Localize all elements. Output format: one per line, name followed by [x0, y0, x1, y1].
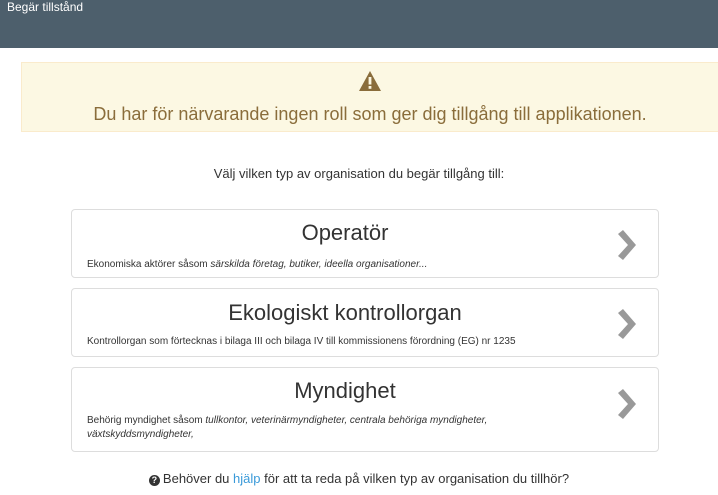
- card-description: Behörig myndighet såsom tullkontor, vete…: [87, 414, 588, 442]
- card-title: Operatör: [301, 220, 389, 245]
- card-description-examples: särskilda företag, butiker, ideella orga…: [210, 259, 428, 270]
- card-title: Myndighet: [294, 378, 396, 403]
- card-description: Kontrollorgan som förtecknas i bilaga II…: [87, 335, 588, 349]
- help-link[interactable]: hjälp: [233, 471, 260, 486]
- warning-message: Du har för närvarande ingen roll som ger…: [93, 104, 647, 124]
- help-text-before: Behöver du: [162, 471, 234, 486]
- card-description-text: Kontrollorgan som förtecknas i bilaga II…: [87, 336, 516, 347]
- card-authority[interactable]: Myndighet Behörig myndighet såsom tullko…: [71, 367, 659, 452]
- card-description: Ekonomiska aktörer såsom särskilda föret…: [87, 258, 588, 272]
- organisation-type-prompt: Välj vilken typ av organisation du begär…: [213, 166, 505, 181]
- chevron-right-icon: [618, 309, 636, 339]
- card-title: Ekologiskt kontrollorgan: [228, 300, 462, 325]
- chevron-right-icon: [618, 230, 636, 260]
- help-text-after: för att ta reda på vilken typ av organis…: [260, 471, 570, 486]
- question-circle-icon: ?: [148, 475, 160, 486]
- card-ecological-control-body[interactable]: Ekologiskt kontrollorgan Kontrollorgan s…: [71, 288, 659, 357]
- help-line: ? Behöver du hjälp för att ta reda på vil…: [0, 471, 718, 486]
- warning-triangle-icon: [359, 71, 381, 91]
- card-description-text: Behörig myndighet såsom: [87, 415, 206, 426]
- card-operator[interactable]: Operatör Ekonomiska aktörer såsom särski…: [71, 209, 659, 278]
- card-description-text: Ekonomiska aktörer såsom: [87, 259, 211, 270]
- window-titlebar: Begär tillstånd: [0, 0, 718, 48]
- window-title: Begär tillstånd: [7, 0, 84, 14]
- warning-alert: Du har för närvarande ingen roll som ger…: [21, 62, 718, 132]
- chevron-right-icon: [618, 389, 636, 419]
